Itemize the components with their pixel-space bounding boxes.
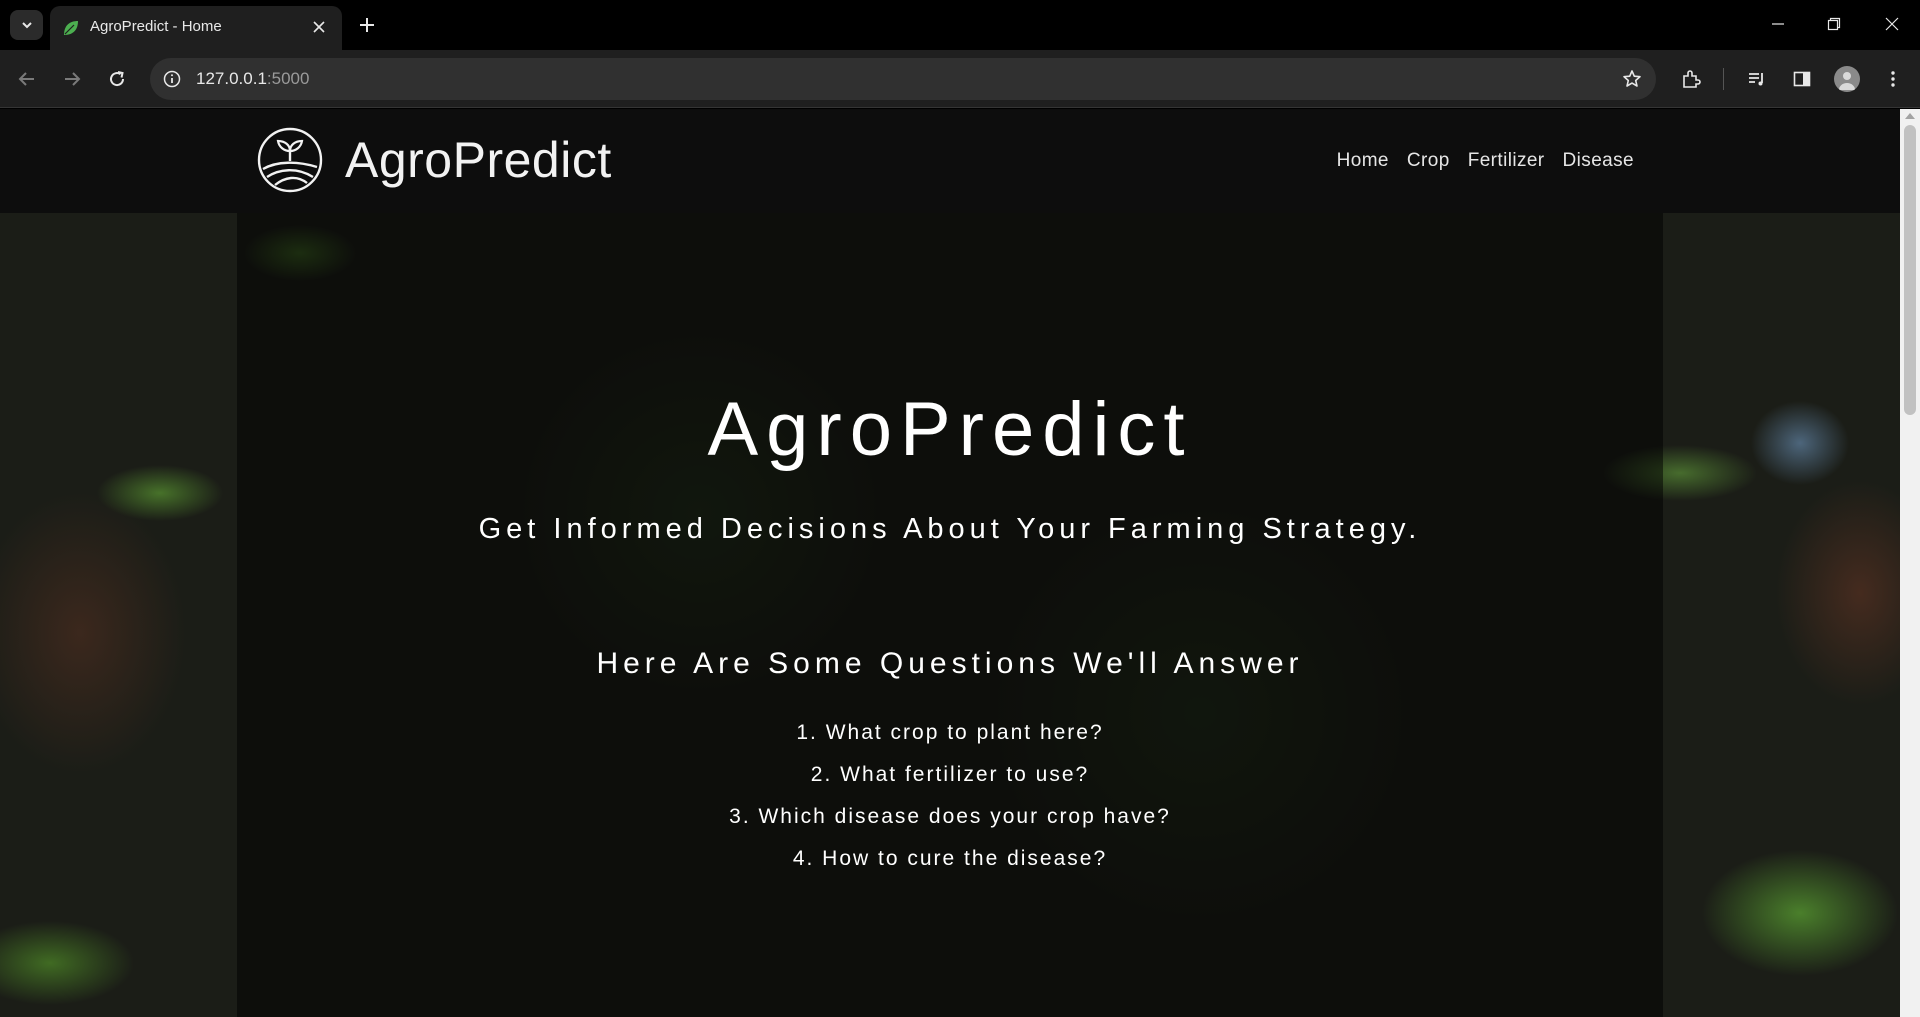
browser-toolbar: 127.0.0.1:5000 xyxy=(0,50,1920,108)
questions-heading: Here Are Some Questions We'll Answer xyxy=(596,647,1304,680)
site-header: AgroPredict Home Crop Fertilizer Disease xyxy=(0,109,1900,213)
menu-kebab-icon[interactable] xyxy=(1876,62,1910,96)
nav-disease[interactable]: Disease xyxy=(1563,150,1634,172)
list-item: 2. What fertilizer to use? xyxy=(810,763,1090,786)
toolbar-separator xyxy=(1723,68,1724,90)
main-nav: Home Crop Fertilizer Disease xyxy=(1337,150,1634,172)
browser-tab-strip: AgroPredict - Home xyxy=(0,0,1920,50)
chevron-down-icon xyxy=(21,22,32,29)
list-item: 4. How to cure the disease? xyxy=(792,847,1108,870)
scroll-up-arrow-icon[interactable] xyxy=(1905,113,1915,119)
nav-home[interactable]: Home xyxy=(1337,150,1389,172)
bookmark-star-icon[interactable] xyxy=(1620,67,1644,91)
list-item: 3. Which disease does your crop have? xyxy=(729,805,1171,828)
hero-subtitle: Get Informed Decisions About Your Farmin… xyxy=(478,513,1422,545)
site-info-icon[interactable] xyxy=(160,67,184,91)
close-window-icon[interactable] xyxy=(1870,6,1914,42)
tab-search-button[interactable] xyxy=(10,10,43,40)
nav-crop[interactable]: Crop xyxy=(1407,150,1450,172)
page-viewport: AgroPredict Home Crop Fertilizer Disease… xyxy=(0,109,1920,1017)
close-tab-icon[interactable] xyxy=(308,16,330,38)
hero-title: AgroPredict xyxy=(707,387,1193,472)
page-scrollbar[interactable] xyxy=(1900,109,1920,1017)
scrollbar-thumb[interactable] xyxy=(1904,125,1916,415)
hero-overlay-panel xyxy=(237,213,1663,1017)
agro-logo-icon[interactable] xyxy=(257,127,323,193)
side-panel-icon[interactable] xyxy=(1785,62,1819,96)
url-port: :5000 xyxy=(266,69,310,88)
questions-list: 1. What crop to plant here? 2. What fert… xyxy=(237,712,1663,880)
profile-avatar-icon[interactable] xyxy=(1834,66,1860,92)
address-bar[interactable]: 127.0.0.1:5000 xyxy=(150,58,1656,100)
list-item: 1. What crop to plant here? xyxy=(796,721,1104,744)
forward-icon[interactable] xyxy=(55,62,89,96)
nav-fertilizer[interactable]: Fertilizer xyxy=(1468,150,1545,172)
extensions-icon[interactable] xyxy=(1674,62,1708,96)
reload-icon[interactable] xyxy=(100,62,134,96)
back-icon[interactable] xyxy=(10,62,44,96)
restore-icon[interactable] xyxy=(1812,6,1856,42)
browser-tab-active[interactable]: AgroPredict - Home xyxy=(50,6,342,50)
media-controls-icon[interactable] xyxy=(1740,62,1774,96)
url-host: 127.0.0.1 xyxy=(196,69,267,88)
minimize-icon[interactable] xyxy=(1756,6,1800,42)
tab-title: AgroPredict - Home xyxy=(90,18,222,35)
address-url: 127.0.0.1:5000 xyxy=(196,69,309,89)
leaf-favicon-icon xyxy=(64,21,78,35)
site-logo-text[interactable]: AgroPredict xyxy=(345,131,612,189)
new-tab-icon[interactable] xyxy=(352,10,382,40)
